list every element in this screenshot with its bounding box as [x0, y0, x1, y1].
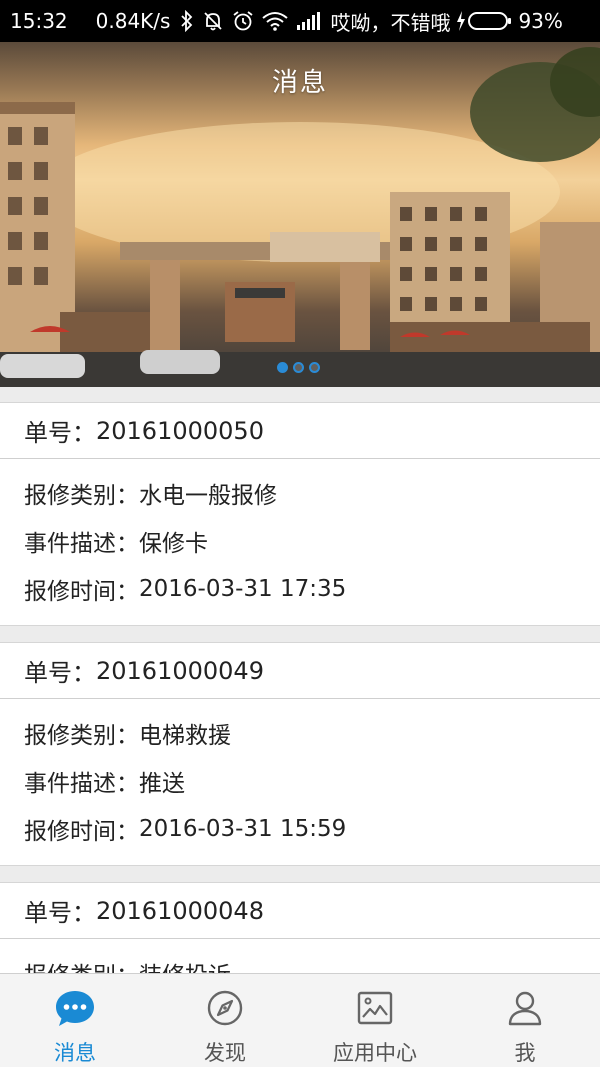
message-card[interactable]: 单号： 20161000049 报修类别： 电梯救援 事件描述： 推送 报修时间…: [0, 642, 600, 866]
field-value: 保修卡: [139, 531, 208, 557]
carrier-name: 哎呦，不错哦: [330, 10, 451, 35]
tab-app-center[interactable]: 应用中心: [300, 974, 450, 1067]
message-details: 报修类别： 水电一般报修 事件描述： 保修卡 报修时间： 2016-03-31 …: [0, 459, 600, 625]
order-label: 单号：: [24, 899, 96, 927]
field-label: 报修时间：: [24, 579, 139, 605]
tab-discover[interactable]: 发现: [150, 974, 300, 1067]
tab-label: 发现: [204, 1041, 246, 1065]
field-value: 推送: [139, 771, 185, 797]
status-time: 15:32: [10, 9, 68, 33]
banner-carousel[interactable]: 消息: [0, 42, 600, 387]
bottom-tab-bar: 消息 发现 应用中心 我: [0, 973, 600, 1067]
carousel-dot-3[interactable]: [309, 362, 320, 373]
order-number-row: 单号： 20161000050: [0, 403, 600, 459]
order-label: 单号：: [24, 659, 96, 687]
mute-icon: [202, 10, 224, 32]
tab-label: 应用中心: [333, 1041, 417, 1065]
page-title: 消息: [271, 68, 328, 98]
event-description-row: 事件描述： 保修卡: [24, 517, 600, 565]
message-list[interactable]: 单号： 20161000050 报修类别： 水电一般报修 事件描述： 保修卡 报…: [0, 402, 600, 1026]
network-speed: 0.84K/s: [95, 9, 171, 33]
message-card[interactable]: 单号： 20161000050 报修类别： 水电一般报修 事件描述： 保修卡 报…: [0, 402, 600, 626]
order-number-row: 单号： 20161000048: [0, 883, 600, 939]
compass-icon: [203, 986, 247, 1029]
field-value: 电梯救援: [139, 723, 231, 749]
signal-icon: [296, 12, 321, 30]
field-value: 2016-03-31 17:35: [139, 576, 347, 602]
order-number: 20161000049: [96, 656, 264, 685]
alarm-icon: [232, 10, 254, 32]
tab-messages[interactable]: 消息: [0, 974, 150, 1067]
bluetooth-icon: [180, 10, 194, 32]
field-value: 2016-03-31 15:59: [139, 816, 347, 842]
field-label: 报修类别：: [24, 483, 139, 509]
charging-icon: [456, 11, 466, 31]
repair-time-row: 报修时间： 2016-03-31 17:35: [24, 565, 600, 613]
repair-category-row: 报修类别： 水电一般报修: [24, 469, 600, 517]
repair-category-row: 报修类别： 电梯救援: [24, 709, 600, 757]
chat-bubble-icon: [53, 986, 97, 1029]
tab-label: 我: [514, 1041, 536, 1065]
wifi-icon: [262, 11, 289, 31]
field-label: 事件描述：: [24, 531, 139, 557]
person-icon: [503, 986, 547, 1029]
order-number: 20161000050: [96, 416, 264, 445]
message-details: 报修类别： 电梯救援 事件描述： 推送 报修时间： 2016-03-31 15:…: [0, 699, 600, 865]
field-value: 水电一般报修: [139, 483, 277, 509]
tab-me[interactable]: 我: [450, 974, 600, 1067]
order-number-row: 单号： 20161000049: [0, 643, 600, 699]
field-label: 事件描述：: [24, 771, 139, 797]
carousel-dot-2[interactable]: [293, 362, 304, 373]
app-screen: 15:32 0.84K/s 哎呦，不错哦 93% 消息 单号： 20161000…: [0, 0, 600, 1067]
repair-time-row: 报修时间： 2016-03-31 15:59: [24, 805, 600, 853]
field-label: 报修类别：: [24, 723, 139, 749]
field-label: 报修时间：: [24, 819, 139, 845]
event-description-row: 事件描述： 推送: [24, 757, 600, 805]
picture-icon: [353, 986, 397, 1029]
carousel-dot-1[interactable]: [277, 362, 288, 373]
order-label: 单号：: [24, 419, 96, 447]
status-bar: 15:32 0.84K/s 哎呦，不错哦 93%: [0, 0, 600, 42]
battery-icon: [468, 12, 512, 30]
battery-percent: 93%: [518, 9, 563, 33]
tab-label: 消息: [54, 1041, 96, 1065]
order-number: 20161000048: [96, 896, 264, 925]
carousel-indicator[interactable]: [277, 362, 320, 373]
